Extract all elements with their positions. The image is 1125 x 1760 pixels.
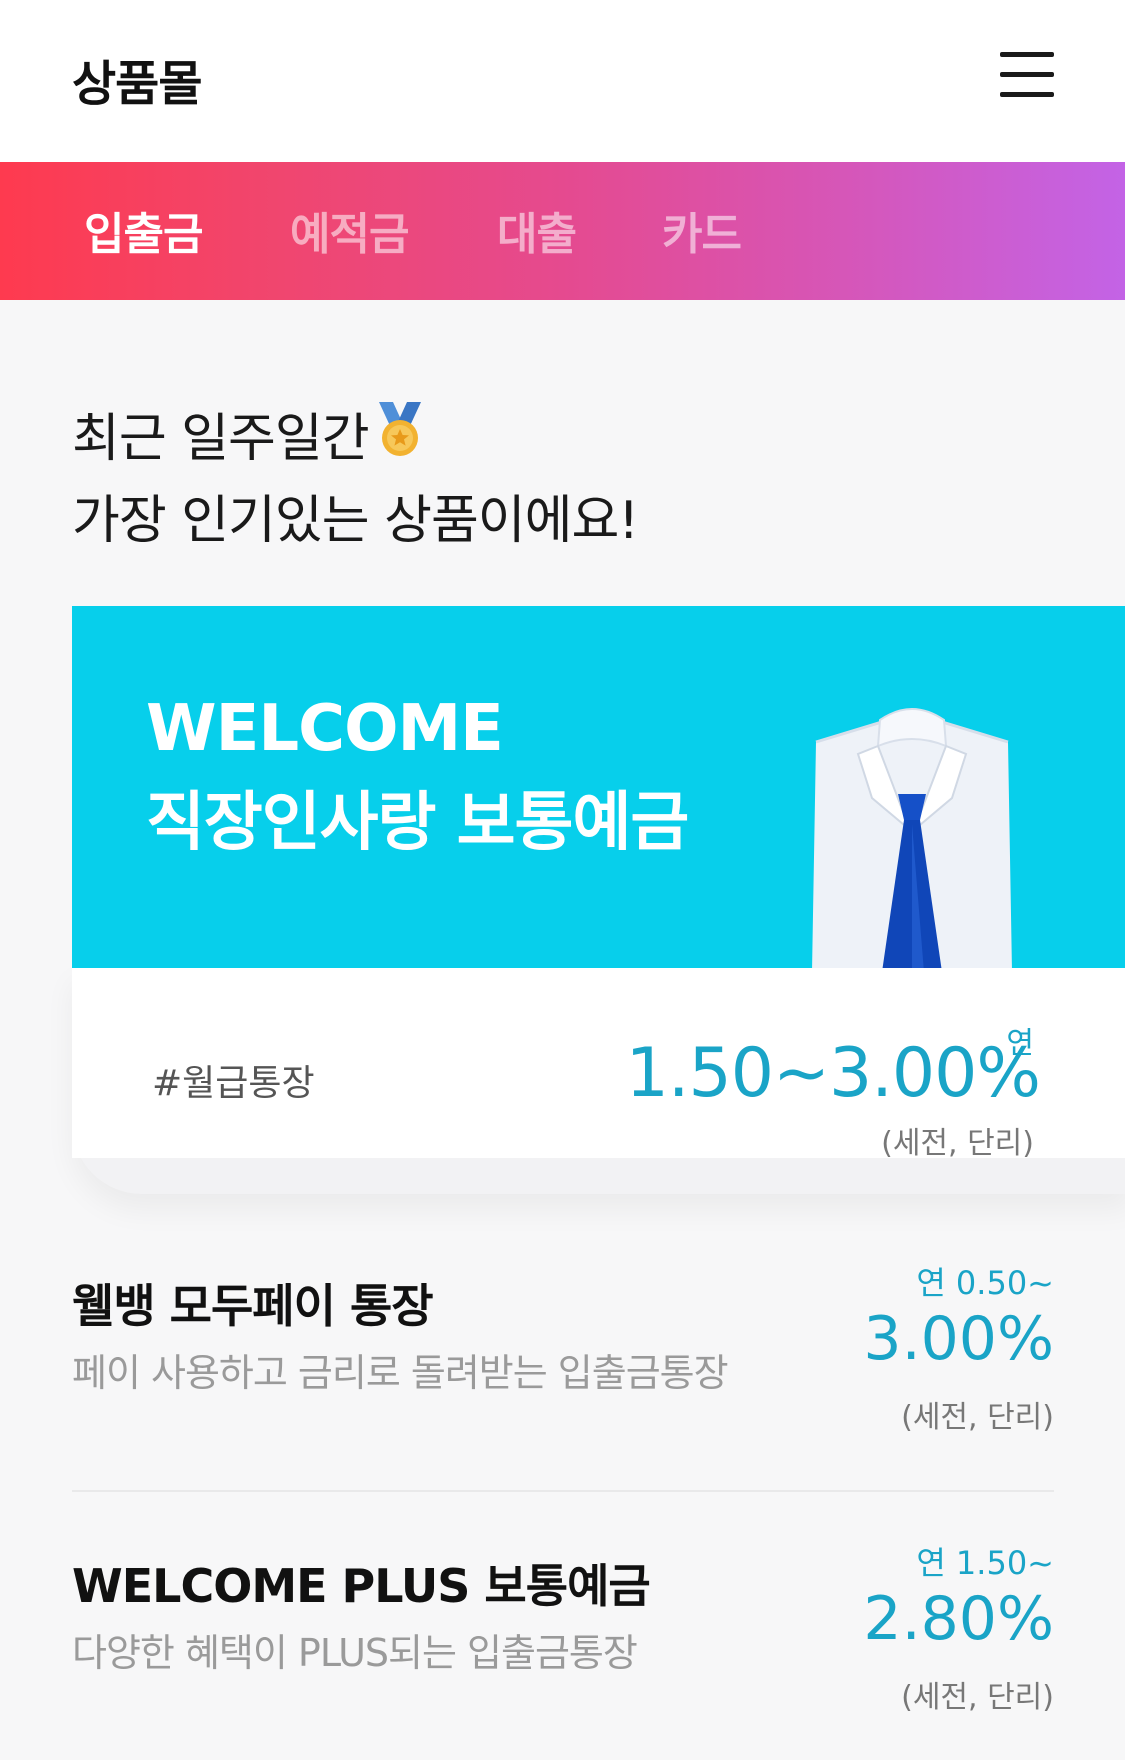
list-divider: [72, 1490, 1054, 1492]
category-tab-bar: 입출금 예적금 대출 카드: [0, 162, 1125, 300]
hamburger-menu-icon[interactable]: [1000, 52, 1056, 100]
banner-title-line-2: 직장인사랑 보통예금: [146, 786, 689, 860]
tab-deposit-withdrawal[interactable]: 입출금: [84, 198, 203, 262]
featured-product-card[interactable]: WELCOME 직장인사랑 보통예금 #월급통장 연 1.50~3.00% (세…: [72, 606, 1125, 1194]
medal-icon: [373, 402, 427, 482]
tab-card[interactable]: 카드: [662, 198, 742, 262]
hashtag-label: #월급통장: [152, 1063, 315, 1104]
shirt-tie-image: [802, 702, 1022, 968]
intro-line-1: 최근 일주일간: [72, 409, 370, 469]
banner-title-line-1: WELCOME: [146, 692, 504, 766]
interest-rate: 2.80%: [863, 1584, 1054, 1654]
product-item[interactable]: 웰뱅 모두페이 통장 페이 사용하고 금리로 돌려받는 입출금통장 연 0.50…: [72, 1264, 1054, 1480]
product-description: 다양한 혜택이 PLUS되는 입출금통장: [72, 1631, 638, 1675]
intro-line-2: 가장 인기있는 상품이에요!: [72, 491, 639, 551]
rate-prefix: 연 1.50~: [916, 1544, 1054, 1582]
popular-intro-heading: 최근 일주일간 가장 인기있는 상품이에요!: [72, 400, 639, 560]
product-name: WELCOME PLUS 보통예금: [72, 1559, 651, 1613]
rate-note: (세전, 단리): [901, 1680, 1054, 1715]
banner-title: WELCOME 직장인사랑 보통예금: [146, 682, 689, 870]
rate-note: (세전, 단리): [901, 1400, 1054, 1435]
product-description: 페이 사용하고 금리로 돌려받는 입출금통장: [72, 1351, 729, 1395]
tab-savings[interactable]: 예적금: [290, 198, 409, 262]
app-header: 상품몰: [0, 0, 1125, 162]
product-item[interactable]: WELCOME PLUS 보통예금 다양한 혜택이 PLUS되는 입출금통장 연…: [72, 1544, 1054, 1760]
page-title: 상품몰: [72, 56, 202, 112]
featured-banner: WELCOME 직장인사랑 보통예금: [72, 606, 1125, 968]
interest-rate: 3.00%: [863, 1304, 1054, 1374]
interest-rate: 1.50~3.00%: [625, 1034, 1041, 1113]
product-name: 웰뱅 모두페이 통장: [72, 1279, 434, 1333]
rate-prefix: 연 0.50~: [916, 1264, 1054, 1302]
featured-details: #월급통장 연 1.50~3.00% (세전, 단리): [72, 968, 1125, 1161]
tab-loan[interactable]: 대출: [497, 198, 577, 262]
rate-note: (세전, 단리): [881, 1126, 1034, 1161]
